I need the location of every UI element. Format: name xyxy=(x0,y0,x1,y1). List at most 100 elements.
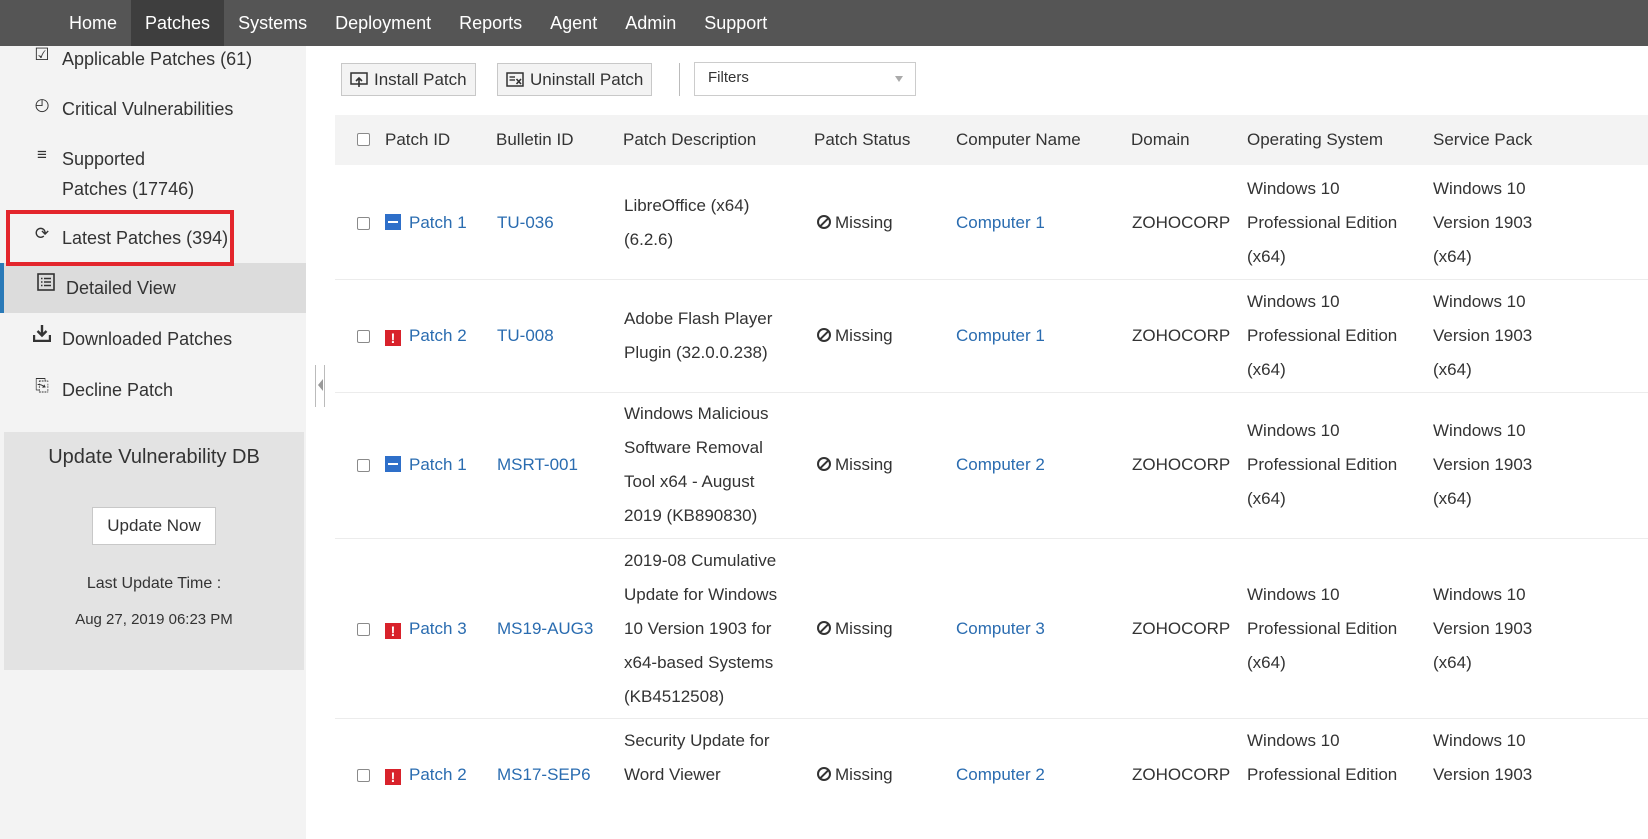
last-update-value: Aug 27, 2019 06:23 PM xyxy=(75,611,233,628)
col-patch-description[interactable]: Patch Description xyxy=(623,115,756,165)
row-checkbox[interactable] xyxy=(357,459,370,472)
top-nav: Home Patches Systems Deployment Reports … xyxy=(0,0,1648,46)
severity-critical-icon: ! xyxy=(385,623,401,639)
sidebar-item-downloaded-patches[interactable]: Downloaded Patches xyxy=(32,324,232,354)
domain-cell: ZOHOCORP xyxy=(1132,619,1231,638)
nav-home[interactable]: Home xyxy=(55,0,131,46)
nav-support[interactable]: Support xyxy=(690,0,781,46)
row-divider xyxy=(335,279,1648,280)
missing-status-icon xyxy=(817,767,831,781)
domain-cell: ZOHOCORP xyxy=(1132,326,1231,345)
row-checkbox[interactable] xyxy=(357,769,370,782)
os-cell: Windows 10 Professional Edition (x64) xyxy=(1247,585,1398,672)
service-pack-cell: Windows 10 Version 1903 (x64) xyxy=(1433,179,1533,266)
select-all-checkbox[interactable] xyxy=(357,133,370,146)
detail-list-icon xyxy=(36,273,56,297)
severity-low-icon xyxy=(385,214,401,230)
computer-name-link[interactable]: Computer 1 xyxy=(956,319,1045,353)
sidebar-item-detailed-view[interactable]: Detailed View xyxy=(36,273,176,303)
service-pack-cell: Windows 10 Version 1903 (x64) xyxy=(1433,585,1533,672)
missing-status-icon xyxy=(817,621,831,635)
chevron-down-icon xyxy=(895,76,903,82)
sidebar: ☑ Applicable Patches (61) ◴ Critical Vul… xyxy=(0,44,306,839)
patch-id-cell[interactable]: Patch 1 xyxy=(385,448,467,482)
computer-name-link[interactable]: Computer 3 xyxy=(956,612,1045,646)
row-divider xyxy=(335,718,1648,719)
col-computer-name[interactable]: Computer Name xyxy=(956,115,1081,165)
uninstall-patch-button[interactable]: Uninstall Patch xyxy=(497,63,653,96)
patch-id-cell[interactable]: ! Patch 2 xyxy=(385,319,467,353)
patch-id-cell[interactable]: ! Patch 2 xyxy=(385,758,467,792)
collapse-arrow-icon xyxy=(318,379,323,391)
sidebar-collapse-handle[interactable] xyxy=(315,365,325,407)
sidebar-item-critical-vulnerabilities[interactable]: ◴ Critical Vulnerabilities xyxy=(32,94,234,124)
sidebar-item-label: Applicable Patches (61) xyxy=(62,49,253,69)
col-bulletin-id[interactable]: Bulletin ID xyxy=(496,115,573,165)
sidebar-item-label: Decline Patch xyxy=(62,380,174,400)
bulletin-id-link[interactable]: MS17-SEP6 xyxy=(497,758,591,792)
severity-low-icon xyxy=(385,456,401,472)
patch-description-cell: Security Update for Word Viewer xyxy=(624,731,770,784)
computer-name-link[interactable]: Computer 1 xyxy=(956,206,1045,240)
filters-label: Filters xyxy=(708,69,749,86)
update-now-button[interactable]: Update Now xyxy=(92,507,216,545)
os-cell: Windows 10 Professional Edition (x64) xyxy=(1247,421,1398,508)
missing-status-icon xyxy=(817,457,831,471)
install-patch-button[interactable]: Install Patch xyxy=(341,63,476,96)
sidebar-item-label: Downloaded Patches xyxy=(62,329,233,349)
sidebar-item-supported-patches[interactable]: ≡ Supported Patches (17746) xyxy=(32,144,194,204)
decline-icon: ⎘ xyxy=(35,376,49,395)
table-header: Patch ID Bulletin ID Patch Description P… xyxy=(335,115,1648,165)
os-cell: Windows 10 Professional Edition xyxy=(1247,731,1398,784)
sidebar-item-applicable-patches[interactable]: ☑ Applicable Patches (61) xyxy=(32,44,252,74)
patch-status-cell: Missing xyxy=(817,319,893,353)
active-item-indicator xyxy=(0,263,4,313)
sidebar-item-label: Critical Vulnerabilities xyxy=(62,99,234,119)
computer-name-link[interactable]: Computer 2 xyxy=(956,448,1045,482)
missing-status-icon xyxy=(817,328,831,342)
bulletin-id-link[interactable]: TU-036 xyxy=(497,206,554,240)
col-patch-id[interactable]: Patch ID xyxy=(385,115,450,165)
bulletin-id-link[interactable]: MS19-AUG3 xyxy=(497,612,593,646)
col-patch-status[interactable]: Patch Status xyxy=(814,115,910,165)
computer-name-link[interactable]: Computer 2 xyxy=(956,758,1045,792)
patch-id-cell[interactable]: ! Patch 3 xyxy=(385,612,467,646)
update-vulnerability-title: Update Vulnerability DB xyxy=(48,446,260,468)
col-domain[interactable]: Domain xyxy=(1131,115,1190,165)
service-pack-cell: Windows 10 Version 1903 (x64) xyxy=(1433,292,1533,379)
service-pack-cell: Windows 10 Version 1903 xyxy=(1433,731,1533,784)
row-checkbox[interactable] xyxy=(357,623,370,636)
patch-description-cell: Windows Malicious Software Removal Tool x6… xyxy=(624,404,769,525)
nav-agent[interactable]: Agent xyxy=(536,0,611,46)
uninstall-patch-icon xyxy=(506,71,524,87)
nav-admin[interactable]: Admin xyxy=(611,0,690,46)
col-operating-system[interactable]: Operating System xyxy=(1247,115,1383,165)
row-checkbox[interactable] xyxy=(357,217,370,230)
row-checkbox[interactable] xyxy=(357,330,370,343)
detailed-view-highlight xyxy=(6,210,234,266)
severity-critical-icon: ! xyxy=(385,769,401,785)
os-cell: Windows 10 Professional Edition (x64) xyxy=(1247,179,1398,266)
sidebar-item-label: Detailed View xyxy=(66,278,176,298)
row-divider xyxy=(335,392,1648,393)
nav-patches[interactable]: Patches xyxy=(131,0,225,46)
toolbar-divider xyxy=(679,63,680,96)
patch-description-cell: 2019-08 Cumulative Update for Windows 10 V… xyxy=(624,551,778,706)
nav-reports[interactable]: Reports xyxy=(445,0,536,46)
severity-critical-icon: ! xyxy=(385,330,401,346)
install-patch-label: Install Patch xyxy=(374,69,467,89)
nav-systems[interactable]: Systems xyxy=(224,0,321,46)
sidebar-item-decline-patch[interactable]: ⎘ Decline Patch xyxy=(32,375,173,405)
download-icon xyxy=(32,324,52,348)
filters-dropdown[interactable]: Filters xyxy=(694,62,916,96)
patch-id-cell[interactable]: Patch 1 xyxy=(385,206,467,240)
sidebar-item-label-line2: Patches (17746) xyxy=(62,179,195,199)
col-service-pack[interactable]: Service Pack xyxy=(1433,115,1532,165)
nav-deployment[interactable]: Deployment xyxy=(321,0,445,46)
bulletin-id-link[interactable]: TU-008 xyxy=(497,319,554,353)
patch-status-cell: Missing xyxy=(817,206,893,240)
domain-cell: ZOHOCORP xyxy=(1132,765,1231,784)
row-divider xyxy=(335,538,1648,539)
bulletin-id-link[interactable]: MSRT-001 xyxy=(497,448,578,482)
patch-description-cell: Adobe Flash Player Plugin (32.0.0.238) xyxy=(624,309,773,362)
